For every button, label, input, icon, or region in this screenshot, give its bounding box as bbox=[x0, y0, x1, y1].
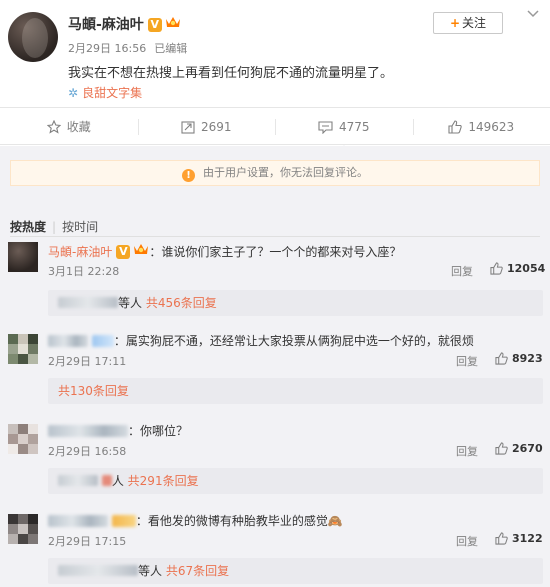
reply-link[interactable]: 回复 bbox=[451, 263, 473, 279]
favorite-label: 收藏 bbox=[66, 120, 91, 134]
comment-like-button[interactable]: 2670 bbox=[495, 442, 543, 455]
comment-colon: ： bbox=[149, 245, 162, 259]
comment-time: 2月29日 17:15 bbox=[48, 535, 127, 548]
author-name[interactable]: 马頔-麻油叶 bbox=[68, 17, 144, 33]
blurred-usernames bbox=[58, 297, 118, 308]
sort-by-time-tab[interactable]: 按时间 bbox=[62, 220, 98, 234]
blurred-commenter-name[interactable] bbox=[48, 515, 108, 527]
commenter-avatar[interactable] bbox=[8, 424, 38, 454]
favorite-button[interactable]: 收藏 bbox=[0, 109, 138, 144]
post-source[interactable]: ✲ 良甜文字集 bbox=[68, 84, 142, 101]
like-count: 149623 bbox=[468, 119, 515, 134]
blurred-badge-icon bbox=[111, 515, 136, 527]
sub-replies-bar[interactable]: 共130条回复 bbox=[48, 378, 543, 404]
comment-text: 属实狗屁不通，还经常让大家投票从俩狗屁中选一个好的，就很烦 bbox=[125, 334, 474, 348]
thumbs-up-icon bbox=[490, 262, 503, 275]
warning-icon: ! bbox=[182, 169, 195, 182]
divider bbox=[10, 236, 540, 237]
comment-button[interactable]: 4775 bbox=[275, 109, 413, 151]
thumbs-up-icon bbox=[495, 532, 508, 545]
sub-replies-suffix: 等人 bbox=[138, 564, 163, 578]
star-icon bbox=[46, 119, 61, 134]
edited-label: 已编辑 bbox=[154, 42, 188, 55]
comment-time: 2月29日 17:11 bbox=[48, 355, 127, 368]
sub-replies-count[interactable]: 共130条回复 bbox=[58, 384, 129, 398]
thumbs-up-icon bbox=[495, 352, 508, 365]
comment-like-count: 12054 bbox=[507, 262, 546, 275]
vip-crown-icon bbox=[134, 244, 149, 254]
comment-colon: ： bbox=[128, 424, 141, 438]
sub-replies-bar[interactable]: 等人 共456条回复 bbox=[48, 290, 543, 316]
blurred-usernames bbox=[58, 475, 98, 486]
comment-text: 看他发的微博有种胎教毕业的感觉🙈 bbox=[147, 514, 343, 528]
blurred-commenter-name[interactable] bbox=[48, 425, 128, 437]
vip-crown-icon bbox=[165, 17, 180, 27]
commenter-name[interactable]: 马頔-麻油叶 bbox=[48, 245, 112, 259]
comment-text: 谁说你们家主子了？一个个的都来对号入座？ bbox=[161, 245, 402, 259]
blurred-usernames bbox=[58, 565, 138, 576]
more-menu-icon[interactable] bbox=[527, 10, 541, 20]
commenter-avatar[interactable] bbox=[8, 514, 38, 544]
comment-like-button[interactable]: 3122 bbox=[495, 532, 543, 545]
notice-text: 由于用户设置，你无法回复评论。 bbox=[203, 166, 368, 179]
sub-replies-bar[interactable]: 人 共291条回复 bbox=[48, 468, 543, 494]
verified-badge-icon: V bbox=[147, 18, 162, 32]
sub-replies-bar[interactable]: 等人 共67条回复 bbox=[48, 558, 543, 584]
action-bar: 收藏 2691 4775 149623 bbox=[0, 109, 550, 151]
comment-time: 3月1日 22:28 bbox=[48, 265, 120, 278]
weibo-post: 马頔-麻油叶 V 2月29日 16:56 已编辑 我实在不想在热搜上再看到任何狗屁不… bbox=[0, 0, 550, 108]
blurred-commenter-name[interactable] bbox=[48, 335, 88, 347]
comment-text: 你哪位？ bbox=[140, 424, 189, 438]
comment-like-button[interactable]: 8923 bbox=[495, 352, 543, 365]
comment-like-count: 3122 bbox=[512, 532, 543, 545]
verified-badge-icon: V bbox=[116, 245, 131, 259]
reply-restricted-notice: ! 由于用户设置，你无法回复评论。 bbox=[10, 160, 540, 186]
reply-link[interactable]: 回复 bbox=[456, 533, 478, 549]
comment-like-count: 2670 bbox=[512, 442, 543, 455]
post-meta: 2月29日 16:56 已编辑 bbox=[68, 40, 187, 56]
thumbs-up-icon bbox=[448, 119, 463, 134]
sub-replies-suffix: 等人 bbox=[118, 296, 143, 310]
reply-link[interactable]: 回复 bbox=[456, 443, 478, 459]
plus-icon: + bbox=[449, 16, 461, 30]
follow-button[interactable]: + 关注 bbox=[433, 12, 503, 34]
comment-colon: ： bbox=[135, 514, 148, 528]
comment-content: 马頔-麻油叶 V ：谁说你们家主子了？一个个的都来对号入座？ bbox=[48, 242, 401, 260]
source-label: 良甜文字集 bbox=[82, 86, 143, 100]
commenter-avatar[interactable] bbox=[8, 334, 38, 364]
like-button[interactable]: 149623 bbox=[412, 109, 550, 144]
repost-count: 2691 bbox=[200, 119, 232, 134]
post-text: 我实在不想在热搜上再看到任何狗屁不通的流量明星了。 bbox=[68, 66, 394, 81]
comment-colon: ： bbox=[113, 334, 126, 348]
comment-like-count: 8923 bbox=[512, 352, 543, 365]
blurred-badge-icon bbox=[101, 475, 112, 486]
comment-content: ：你哪位？ bbox=[48, 422, 188, 439]
repost-button[interactable]: 2691 bbox=[137, 109, 276, 144]
repost-icon bbox=[181, 120, 195, 134]
comment-time: 2月29日 16:58 bbox=[48, 445, 127, 458]
post-time[interactable]: 2月29日 16:56 bbox=[68, 42, 146, 55]
thumbs-up-icon bbox=[495, 442, 508, 455]
comment-content: ：看他发的微博有种胎教毕业的感觉🙈 bbox=[48, 512, 343, 529]
sort-separator: | bbox=[52, 220, 57, 234]
blurred-badge-icon bbox=[91, 335, 114, 347]
sort-tabs: 按热度 | 按时间 bbox=[10, 218, 98, 235]
comment-icon bbox=[318, 120, 333, 134]
topic-link-icon: ✲ bbox=[68, 86, 79, 100]
sub-replies-suffix: 人 bbox=[111, 474, 124, 488]
sub-replies-count[interactable]: 共456条回复 bbox=[146, 296, 217, 310]
commenter-avatar[interactable] bbox=[8, 242, 38, 272]
comment-like-button[interactable]: 12054 bbox=[490, 262, 545, 275]
comment-content: ：属实狗屁不通，还经常让大家投票从俩狗屁中选一个好的，就很烦 bbox=[48, 332, 474, 349]
sub-replies-count[interactable]: 共291条回复 bbox=[128, 474, 199, 488]
follow-label: 关注 bbox=[462, 16, 487, 30]
sub-replies-count[interactable]: 共67条回复 bbox=[166, 564, 229, 578]
reply-link[interactable]: 回复 bbox=[456, 353, 478, 369]
comment-count: 4775 bbox=[338, 119, 370, 134]
author-avatar[interactable] bbox=[8, 12, 58, 62]
sort-by-hot-tab[interactable]: 按热度 bbox=[10, 220, 46, 234]
author-name-row: 马頔-麻油叶 V bbox=[68, 14, 181, 34]
comments-area: ! 由于用户设置，你无法回复评论。 按热度 | 按时间 马頔-麻油叶 V ：谁说你们家主子… bbox=[0, 146, 550, 587]
